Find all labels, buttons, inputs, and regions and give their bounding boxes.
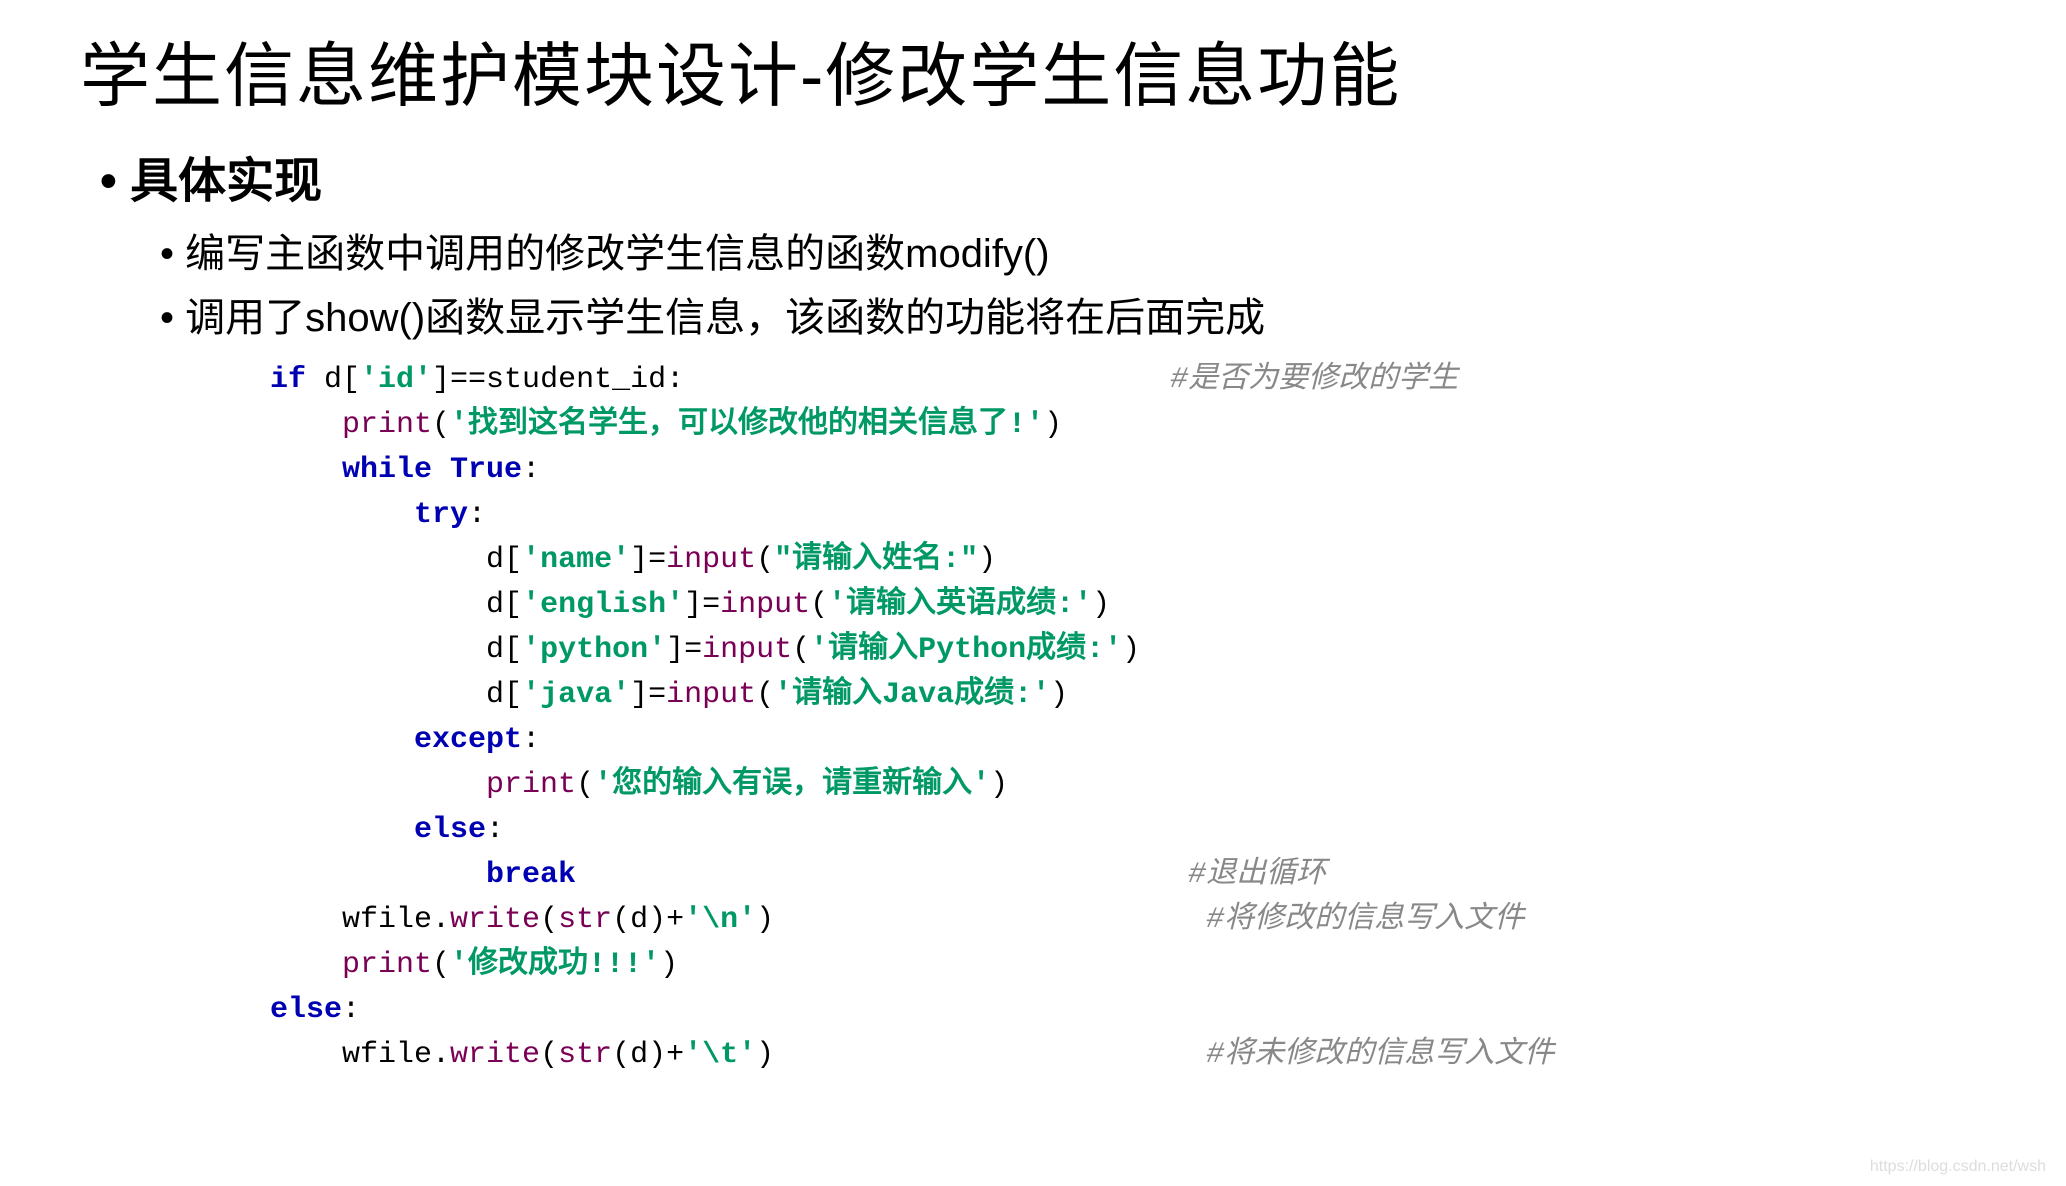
code-text: ) [756, 1038, 774, 1072]
kw-else: else [414, 813, 486, 847]
kw-try: try [414, 498, 468, 532]
code-snippet: if d['id']==student_id: #是否为要修改的学生 print… [270, 358, 2026, 1078]
fn-print: print [342, 408, 432, 442]
str-key: 'name' [522, 543, 630, 577]
code-text: ]==student_id: [432, 363, 684, 397]
str-prompt: '请输入Java成绩:' [774, 678, 1050, 712]
code-text: ( [540, 903, 558, 937]
str-prompt: '请输入英语成绩:' [828, 588, 1092, 622]
comment: #退出循环 [1188, 858, 1326, 892]
comment: #将未修改的信息写入文件 [1206, 1038, 1554, 1072]
str-key: 'python' [522, 633, 666, 667]
fn-input: input [666, 678, 756, 712]
code-text: d[ [486, 633, 522, 667]
section-heading: 具体实现 [100, 141, 2026, 211]
fn-str: str [558, 1038, 612, 1072]
comment: #将修改的信息写入文件 [1206, 903, 1524, 937]
bullet-item-2: 调用了show()函数显示学生信息，该函数的功能将在后面完成 [160, 285, 2026, 343]
kw-true: True [450, 453, 522, 487]
kw-break: break [486, 858, 576, 892]
str-tab: '\t' [684, 1038, 756, 1072]
bullet-item-1: 编写主函数中调用的修改学生信息的函数modify() [160, 221, 2026, 279]
kw-while: while [342, 453, 432, 487]
str-err: '您的输入有误，请重新输入' [594, 768, 990, 802]
kw-except: except [414, 723, 522, 757]
fn-input: input [702, 633, 792, 667]
str-key: 'english' [522, 588, 684, 622]
code-text: ( [540, 1038, 558, 1072]
str-prompt: "请输入姓名:" [774, 543, 978, 577]
fn-print: print [342, 948, 432, 982]
fn-input: input [666, 543, 756, 577]
code-text: d[ [486, 588, 522, 622]
str-prompt: '请输入Python成绩:' [810, 633, 1122, 667]
str-id: 'id' [360, 363, 432, 397]
code-text: ]= [630, 678, 666, 712]
code-text: d[ [486, 543, 522, 577]
fn-str: str [558, 903, 612, 937]
code-text: d[ [486, 678, 522, 712]
fn-write: write [450, 903, 540, 937]
kw-else: else [270, 993, 342, 1027]
str-nl: '\n' [684, 903, 756, 937]
fn-print: print [486, 768, 576, 802]
comment: #是否为要修改的学生 [1170, 363, 1458, 397]
code-text: (d)+ [612, 1038, 684, 1072]
str-success: '修改成功!!!' [450, 948, 660, 982]
fn-input: input [720, 588, 810, 622]
code-text: wfile. [342, 903, 450, 937]
watermark: https://blog.csdn.net/wsh [1870, 1158, 2046, 1176]
code-text: ]= [630, 543, 666, 577]
str-found: '找到这名学生，可以修改他的相关信息了!' [450, 408, 1044, 442]
kw-if: if [270, 363, 306, 397]
code-text: ) [756, 903, 774, 937]
str-key: 'java' [522, 678, 630, 712]
code-text: d[ [306, 363, 360, 397]
code-text: ]= [666, 633, 702, 667]
code-text: ]= [684, 588, 720, 622]
code-text: wfile. [342, 1038, 450, 1072]
content-section: 具体实现 编写主函数中调用的修改学生信息的函数modify() 调用了show(… [100, 141, 2026, 1078]
code-text: (d)+ [612, 903, 684, 937]
slide-title: 学生信息维护模块设计-修改学生信息功能 [80, 20, 2026, 121]
fn-write: write [450, 1038, 540, 1072]
